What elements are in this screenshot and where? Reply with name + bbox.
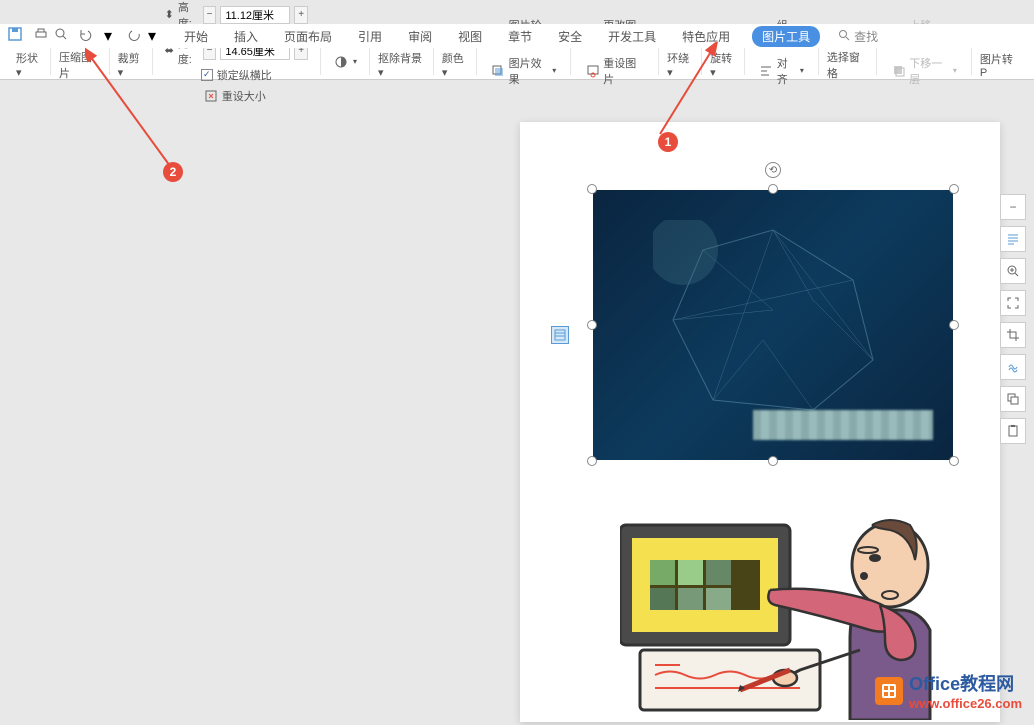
side-tool-paragraph[interactable] bbox=[1000, 226, 1026, 252]
watermark-title: Office教程网 bbox=[909, 670, 1022, 696]
checkbox-checked-icon: ✓ bbox=[201, 69, 213, 81]
chevron-down-icon: ▾ bbox=[16, 67, 22, 79]
tab-insert[interactable]: 插入 bbox=[230, 26, 262, 47]
undo-icon[interactable] bbox=[78, 27, 92, 46]
lock-aspect-checkbox[interactable]: ✓ 锁定纵横比 bbox=[201, 67, 272, 83]
document-page[interactable]: ⟲ bbox=[520, 122, 1000, 722]
annotation-circle-1: 1 bbox=[658, 132, 678, 152]
resize-handle-br[interactable] bbox=[949, 456, 959, 466]
side-tool-crop[interactable] bbox=[1000, 322, 1026, 348]
resize-handle-bm[interactable] bbox=[768, 456, 778, 466]
tab-picture-tools[interactable]: 图片工具 bbox=[752, 26, 820, 47]
reset-picture-button[interactable]: 重设图片 bbox=[583, 54, 646, 88]
align-icon bbox=[759, 63, 774, 79]
side-tool-fit[interactable] bbox=[1000, 290, 1026, 316]
height-icon: ⬍ bbox=[165, 8, 174, 21]
send-backward-icon bbox=[891, 63, 906, 79]
chevron-down-icon[interactable]: ▾ bbox=[353, 57, 357, 66]
height-increase[interactable]: + bbox=[294, 6, 308, 24]
chevron-down-icon: ▾ bbox=[442, 67, 448, 79]
tab-references[interactable]: 引用 bbox=[354, 26, 386, 47]
chevron-down-icon: ▾ bbox=[552, 66, 556, 75]
chevron-down-icon: ▾ bbox=[378, 67, 384, 79]
tab-review[interactable]: 审阅 bbox=[404, 26, 436, 47]
resize-handle-tr[interactable] bbox=[949, 184, 959, 194]
chevron-down-icon: ▾ bbox=[118, 67, 124, 79]
search-box[interactable]: 查找 bbox=[838, 28, 878, 45]
reset-size-button[interactable]: 重设大小 bbox=[201, 87, 272, 105]
save-icon[interactable] bbox=[8, 27, 22, 46]
redo-dropdown-icon[interactable] bbox=[128, 27, 142, 46]
blurred-text-region bbox=[753, 410, 933, 440]
contrast-icon[interactable] bbox=[333, 54, 349, 70]
chevron-down-icon: ▾ bbox=[710, 67, 716, 79]
watermark: Office教程网 www.office26.com bbox=[875, 670, 1022, 711]
send-backward-button[interactable]: 下移一层 ▾ bbox=[889, 54, 958, 88]
side-tool-zoom[interactable] bbox=[1000, 258, 1026, 284]
redo-icon[interactable]: ▾ bbox=[104, 26, 112, 46]
side-tool-paste[interactable] bbox=[1000, 418, 1026, 444]
print-icon[interactable] bbox=[34, 27, 48, 46]
resize-handle-tm[interactable] bbox=[768, 184, 778, 194]
resize-handle-mr[interactable] bbox=[949, 320, 959, 330]
side-toolbar: − bbox=[1000, 194, 1026, 444]
selected-image[interactable]: ⟲ bbox=[593, 190, 953, 460]
side-tool-copy[interactable] bbox=[1000, 386, 1026, 412]
reset-size-icon bbox=[203, 88, 219, 104]
resize-handle-tl[interactable] bbox=[587, 184, 597, 194]
resize-handle-bl[interactable] bbox=[587, 456, 597, 466]
watermark-logo-icon bbox=[875, 677, 903, 705]
print-preview-icon[interactable] bbox=[54, 27, 68, 46]
side-tool-collapse[interactable]: − bbox=[1000, 194, 1026, 220]
align-button[interactable]: 对齐 ▾ bbox=[757, 54, 806, 88]
side-tool-effects[interactable] bbox=[1000, 354, 1026, 380]
rotate-handle[interactable]: ⟲ bbox=[765, 162, 781, 178]
resize-handle-ml[interactable] bbox=[587, 320, 597, 330]
effects-icon bbox=[491, 63, 506, 79]
height-input[interactable] bbox=[220, 6, 290, 24]
annotation-circle-2: 2 bbox=[163, 162, 183, 182]
chevron-down-icon: ▾ bbox=[953, 66, 957, 75]
tab-home[interactable]: 开始 bbox=[180, 26, 212, 47]
search-icon bbox=[838, 29, 850, 44]
tab-security[interactable]: 安全 bbox=[554, 26, 586, 47]
height-decrease[interactable]: − bbox=[203, 6, 217, 24]
tab-developer[interactable]: 开发工具 bbox=[604, 26, 660, 47]
tab-view[interactable]: 视图 bbox=[454, 26, 486, 47]
picture-effects-button[interactable]: 图片效果 ▾ bbox=[489, 54, 558, 88]
tab-special[interactable]: 特色应用 bbox=[678, 26, 734, 47]
workspace: ⟲ bbox=[0, 104, 1034, 719]
tab-chapter[interactable]: 章节 bbox=[504, 26, 536, 47]
chevron-down-icon: ▾ bbox=[667, 67, 673, 79]
reset-picture-icon bbox=[585, 63, 600, 79]
search-label: 查找 bbox=[854, 28, 878, 45]
watermark-url: www.office26.com bbox=[909, 696, 1022, 711]
tab-page-layout[interactable]: 页面布局 bbox=[280, 26, 336, 47]
chevron-down-icon: ▾ bbox=[800, 66, 804, 75]
layout-options-icon[interactable] bbox=[551, 326, 569, 344]
